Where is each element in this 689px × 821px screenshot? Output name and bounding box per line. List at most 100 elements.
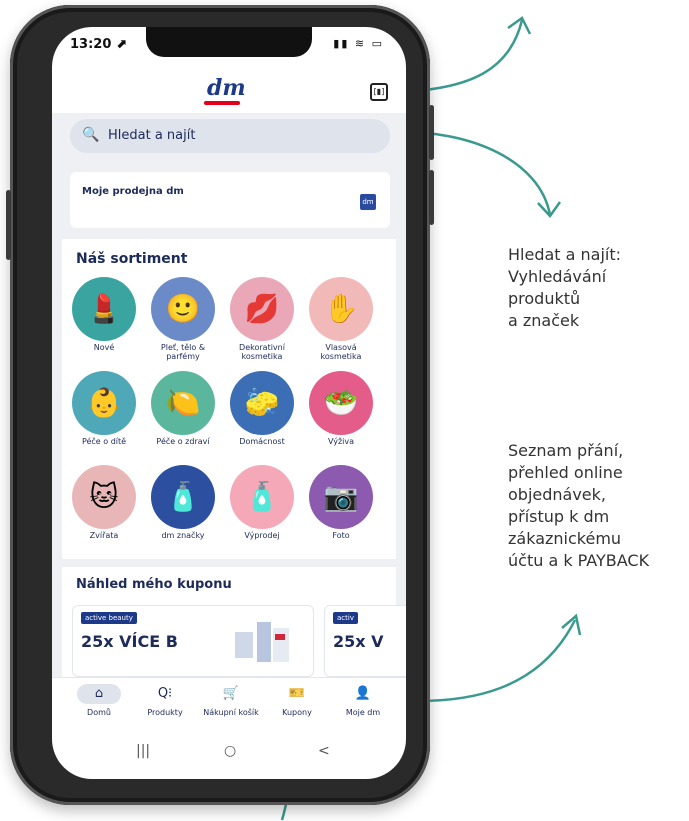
category-item[interactable]: 🧽 Domácnost <box>226 371 298 446</box>
app-header: dm [▮] <box>52 71 406 111</box>
store-icon: dm <box>360 194 376 210</box>
annotation-line: Vyhledávání <box>508 267 607 286</box>
category-item[interactable]: 👶 Péče o dítě <box>68 371 140 446</box>
category-label: Domácnost <box>239 437 285 446</box>
category-item[interactable]: 💄 Nové <box>68 277 140 352</box>
tab-label: Produkty <box>147 708 183 717</box>
category-image: 🧴 <box>151 465 215 529</box>
home-icon: ⌂ <box>77 684 121 704</box>
category-image: 👶 <box>72 371 136 435</box>
coupon-title: Náhled mého kuponu <box>76 577 232 592</box>
category-image: 💄 <box>72 277 136 341</box>
category-label: Pleť, tělo & parfémy <box>160 343 206 361</box>
annotation-line: produktů <box>508 289 581 308</box>
annotation-search: Hledat a najít: Vyhledávání produktů a z… <box>508 244 621 332</box>
category-label: Výživa <box>327 437 355 446</box>
side-button-right-lower <box>429 170 434 225</box>
back-button[interactable]: < <box>318 743 330 759</box>
tab-label: Moje dm <box>345 708 381 717</box>
food-icon: 🥗 <box>323 386 359 419</box>
annotation-line: Seznam přání, <box>508 441 624 460</box>
category-item[interactable]: ✋ Vlasová kosmetika <box>305 277 377 361</box>
category-image: ✋ <box>309 277 373 341</box>
category-label: Péče o dítě <box>81 437 127 446</box>
category-label: Dekorativní kosmetika <box>239 343 285 361</box>
annotation-line: přístup k dm <box>508 507 610 526</box>
coupon-card[interactable]: activ 25x V <box>324 605 406 677</box>
tab-my-dm[interactable]: 👤 Moje dm <box>328 684 398 717</box>
annotation-line: přehled online <box>508 463 623 482</box>
category-item[interactable]: 📷 Foto <box>305 465 377 540</box>
category-item[interactable]: 🐱 Zvířata <box>68 465 140 540</box>
annotation-line: a značek <box>508 311 580 330</box>
household-icon: 🧽 <box>244 386 280 419</box>
dm-logo-underline <box>204 101 240 105</box>
category-label: Zvířata <box>89 531 119 540</box>
status-time: 13:20 ⬈ <box>70 37 127 52</box>
tab-label: Kupony <box>282 708 312 717</box>
category-item[interactable]: 🙂 Pleť, tělo & parfémy <box>147 277 219 361</box>
scan-icon[interactable]: [▮] <box>370 83 388 101</box>
category-item[interactable]: 🍋 Péče o zdraví <box>147 371 219 446</box>
phone-frame: 13:20 ⬈ ▮▮ ≋ ▭ dm [▮] 🔍 Hledat a najít M… <box>6 5 434 805</box>
store-card[interactable]: Moje prodejna dm dm <box>70 172 390 228</box>
category-image: 🐱 <box>72 465 136 529</box>
hair-icon: ✋ <box>323 292 359 325</box>
category-label: Výprodej <box>244 531 280 540</box>
products-icon: Q⁝ <box>157 686 173 701</box>
tab-cart[interactable]: 🛒 Nákupní košík <box>196 684 266 717</box>
annotation-line: Hledat a najít: <box>508 245 622 264</box>
category-label: Foto <box>332 531 350 540</box>
home-button[interactable]: ○ <box>224 743 236 759</box>
category-image: 🧴 <box>230 465 294 529</box>
category-image: 📷 <box>309 465 373 529</box>
status-icons: ▮▮ ≋ ▭ <box>333 37 384 50</box>
health-icon: 🍋 <box>165 386 201 419</box>
recents-button[interactable]: ||| <box>136 743 150 759</box>
store-card-label: Moje prodejna dm <box>82 186 184 197</box>
coupon-badge: active beauty <box>81 612 137 624</box>
tab-coupons[interactable]: 🎫 Kupony <box>262 684 332 717</box>
category-image: 🥗 <box>309 371 373 435</box>
category-image: 🍋 <box>151 371 215 435</box>
pets-icon: 🐱 <box>89 480 119 513</box>
product-image <box>235 622 289 662</box>
search-icon: 🔍 <box>82 127 100 143</box>
category-item[interactable]: 🧴 Výprodej <box>226 465 298 540</box>
category-item[interactable]: 🧴 dm značky <box>147 465 219 540</box>
annotation-line: účtu a k PAYBACK <box>508 551 650 570</box>
tab-home[interactable]: ⌂ Domů <box>64 684 134 717</box>
category-image: 💋 <box>230 277 294 341</box>
category-image: 🙂 <box>151 277 215 341</box>
coupon-card[interactable]: active beauty 25x VÍCE B <box>72 605 314 677</box>
category-item[interactable]: 💋 Dekorativní kosmetika <box>226 277 298 361</box>
tab-products[interactable]: Q⁝ Produkty <box>130 684 200 717</box>
dm-logo[interactable]: dm <box>207 75 246 101</box>
category-item[interactable]: 🥗 Výživa <box>305 371 377 446</box>
tab-label: Domů <box>87 708 111 717</box>
user-icon: 👤 <box>354 686 372 701</box>
category-label: Péče o zdraví <box>156 437 210 446</box>
notch <box>146 27 312 57</box>
category-image: 🧽 <box>230 371 294 435</box>
baby-icon: 👶 <box>86 386 122 419</box>
sale-icon: 🧴 <box>244 480 280 513</box>
phone-screen: 13:20 ⬈ ▮▮ ≋ ▭ dm [▮] 🔍 Hledat a najít M… <box>52 27 406 779</box>
coupon-text: 25x VÍCE B <box>81 632 178 651</box>
assortment-section: Náš sortiment 💄 Nové 🙂 Pleť, tělo & parfémy… <box>62 239 396 559</box>
brands-icon: 🧴 <box>165 480 201 513</box>
side-button-right <box>429 105 434 160</box>
category-label: dm značky <box>161 531 205 540</box>
makeup-icon: 💄 <box>86 292 122 325</box>
lipstick-icon: 💋 <box>244 292 280 325</box>
tab-label: Nákupní košík <box>203 708 259 717</box>
coupon-section: Náhled mého kuponu active beauty 25x VÍC… <box>62 567 406 677</box>
coupon-icon: 🎫 <box>288 686 306 701</box>
android-nav-bar: ||| ○ < <box>52 735 406 771</box>
coupon-badge: activ <box>333 612 358 624</box>
side-button-left <box>6 190 11 260</box>
annotation-line: zákaznickému <box>508 529 622 548</box>
search-input[interactable]: 🔍 Hledat a najít <box>70 119 390 153</box>
cart-icon: 🛒 <box>222 686 240 701</box>
category-label: Vlasová kosmetika <box>320 343 362 361</box>
